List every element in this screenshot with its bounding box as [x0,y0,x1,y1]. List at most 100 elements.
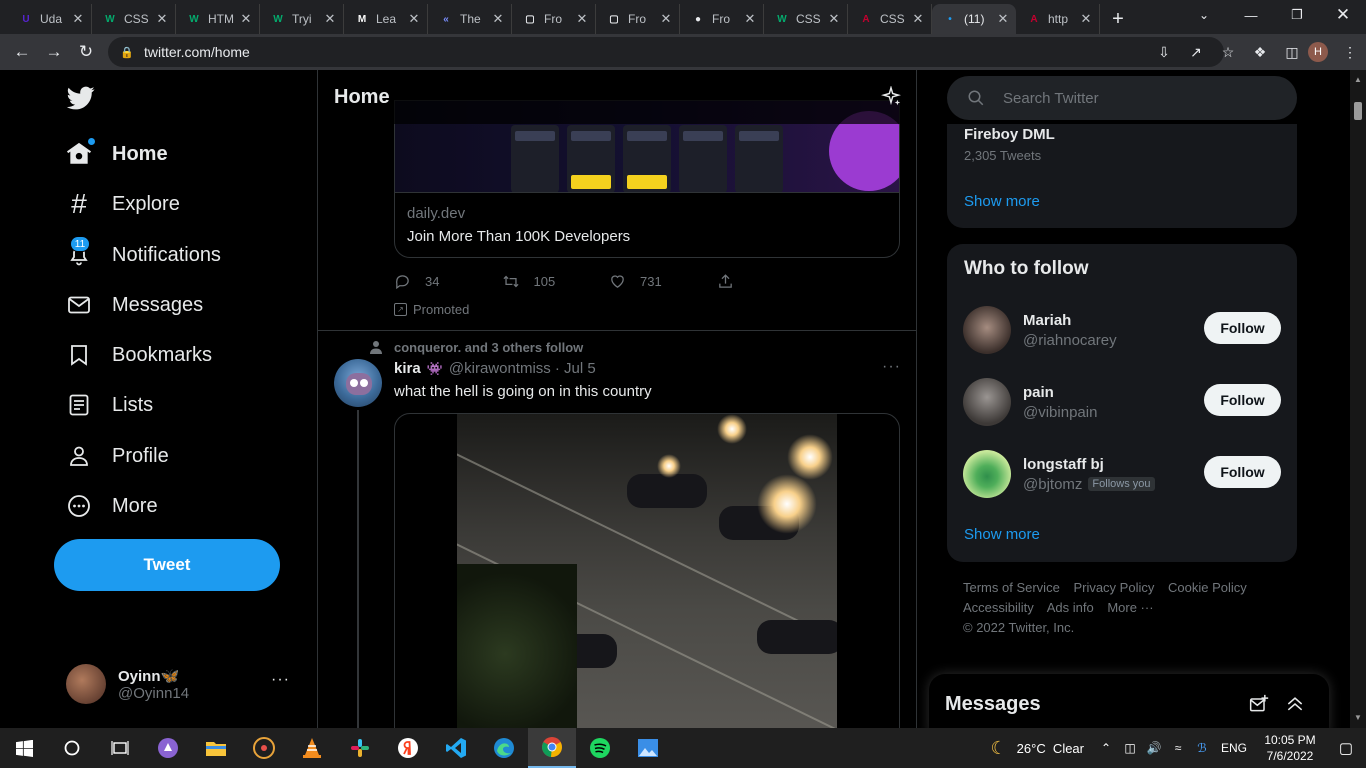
tab-close-icon[interactable]: ✕ [407,11,421,27]
taskbar-app-explorer[interactable] [192,728,240,768]
trends-show-more[interactable]: Show more [964,193,1040,210]
bookmark-star-icon[interactable]: ☆ [1212,36,1244,68]
browser-tab[interactable]: W HTM ✕ [176,4,260,34]
tab-close-icon[interactable]: ✕ [827,11,841,27]
footer-link[interactable]: Ads info [1047,600,1094,615]
side-panel-icon[interactable]: ◫ [1276,36,1308,68]
tweet-more-icon[interactable]: ··· [882,358,901,376]
like-button[interactable]: 731 [609,273,717,290]
scroll-thumb[interactable] [1354,102,1362,120]
messages-drawer[interactable]: Messages [929,674,1329,728]
clock[interactable]: 10:05 PM 7/6/2022 [1254,732,1326,764]
close-window-button[interactable]: ✕ [1320,0,1366,30]
tweet-date[interactable]: · Jul 5 [555,360,596,377]
language-indicator[interactable]: ENG [1214,741,1254,755]
browser-tab[interactable]: ● Fro ✕ [680,4,764,34]
reload-button[interactable]: ↻ [70,36,102,68]
bluetooth-icon[interactable]: ℬ [1190,741,1214,755]
nav-explore[interactable]: # Explore [54,181,192,227]
account-more-icon[interactable]: ··· [271,671,290,689]
search-input[interactable]: Search Twitter [947,76,1297,120]
new-tab-button[interactable]: + [1104,4,1132,34]
tab-close-icon[interactable]: ✕ [911,11,925,27]
taskbar-app-chrome[interactable] [528,728,576,768]
taskbar-app-spotify[interactable] [576,728,624,768]
promo-card-meta[interactable]: daily.dev Join More Than 100K Developers [394,192,900,258]
page-scrollbar[interactable]: ▲ ▼ [1350,70,1366,728]
footer-link[interactable]: Privacy Policy [1073,580,1154,595]
extensions-icon[interactable]: ❖ [1244,36,1276,68]
tray-overflow-icon[interactable]: ⌃ [1094,741,1118,755]
tweet-author-handle[interactable]: @kirawontmiss [449,360,551,377]
battery-icon[interactable]: ◫ [1118,741,1142,755]
tab-close-icon[interactable]: ✕ [743,11,757,27]
follow-suggestion[interactable]: longstaff bj @bjtomz Follows you Follow [963,448,1283,500]
address-bar[interactable]: 🔒 twitter.com/home [108,37,1224,67]
reply-button[interactable]: 34 [394,273,502,290]
share-icon[interactable]: ↗ [1180,36,1212,68]
taskbar-app-vscode[interactable] [432,728,480,768]
taskbar-app-discord[interactable] [144,728,192,768]
taskbar-app-edge[interactable] [480,728,528,768]
suggestion-avatar[interactable] [963,450,1011,498]
share-tweet-button[interactable] [717,273,825,290]
social-context[interactable]: conqueror. and 3 others follow [394,340,583,355]
follow-button[interactable]: Follow [1204,384,1281,416]
minimize-button[interactable]: — [1228,0,1274,30]
browser-tab[interactable]: A CSS ✕ [848,4,932,34]
nav-messages[interactable]: Messages [54,282,215,328]
wifi-icon[interactable]: ≈ [1166,741,1190,755]
tab-close-icon[interactable]: ✕ [659,11,673,27]
footer-link[interactable]: Accessibility [963,600,1034,615]
nav-home[interactable]: Home [54,131,180,177]
browser-tab[interactable]: M Lea ✕ [344,4,428,34]
browser-menu-icon[interactable]: ⋮ [1334,36,1366,68]
volume-icon[interactable]: 🔊 [1142,741,1166,755]
weather-widget[interactable]: ☾ 26°C Clear [991,738,1084,759]
nav-notifications[interactable]: 11 Notifications [54,232,233,278]
taskbar-app-yandex[interactable] [384,728,432,768]
retweet-button[interactable]: 105 [502,273,610,290]
tweet-author-avatar[interactable] [334,359,382,407]
tab-search-icon[interactable]: ⌄ [1192,4,1216,26]
task-view-button[interactable] [96,728,144,768]
account-switcher[interactable]: Oyinn🦋 @Oyinn14 ··· [54,653,304,715]
taskbar-app-slack[interactable] [336,728,384,768]
scroll-down-icon[interactable]: ▼ [1350,710,1366,726]
browser-tab[interactable]: ▢ Fro ✕ [596,4,680,34]
scroll-up-icon[interactable]: ▲ [1350,72,1366,88]
footer-link[interactable]: Terms of Service [963,580,1060,595]
tab-close-icon[interactable]: ✕ [491,11,505,27]
suggestion-avatar[interactable] [963,306,1011,354]
tab-close-icon[interactable]: ✕ [155,11,169,27]
tweet-button[interactable]: Tweet [54,539,280,591]
suggestion-avatar[interactable] [963,378,1011,426]
profile-avatar[interactable]: H [1308,42,1328,62]
nav-lists[interactable]: Lists [54,382,165,428]
browser-tab[interactable]: « The ✕ [428,4,512,34]
browser-tab[interactable]: ▢ Fro ✕ [512,4,596,34]
follow-button[interactable]: Follow [1204,456,1281,488]
footer-link[interactable]: More ··· [1107,600,1153,615]
start-button[interactable] [0,728,48,768]
tab-close-icon[interactable]: ✕ [323,11,337,27]
browser-tab[interactable]: W Tryi ✕ [260,4,344,34]
follow-button[interactable]: Follow [1204,312,1281,344]
follow-suggestion[interactable]: pain @vibinpain Follow [963,376,1283,428]
browser-tab[interactable]: Ahttp ✕ [1016,4,1100,34]
forward-button[interactable]: → [38,36,70,68]
taskbar-app-vlc[interactable] [288,728,336,768]
twitter-logo-icon[interactable] [66,84,96,112]
browser-tab[interactable]: • (11) ✕ [932,4,1016,34]
browser-tab[interactable]: W CSS ✕ [92,4,176,34]
footer-link[interactable]: Cookie Policy [1168,580,1247,595]
tab-close-icon[interactable]: ✕ [575,11,589,27]
tweet-media[interactable] [394,413,900,728]
nav-profile[interactable]: Profile [54,433,181,479]
who-to-follow-show-more[interactable]: Show more [964,526,1040,543]
nav-more[interactable]: More [54,483,170,529]
tab-close-icon[interactable]: ✕ [1079,11,1093,27]
video-frame[interactable] [457,414,837,728]
notification-center-icon[interactable]: ▢ [1326,739,1366,757]
restore-button[interactable]: ❐ [1274,0,1320,30]
